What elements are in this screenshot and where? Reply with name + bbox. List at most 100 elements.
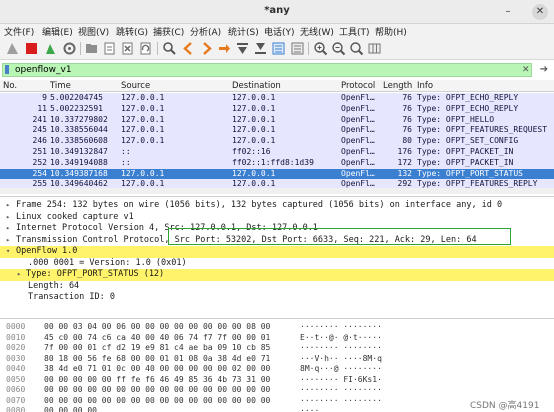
menu-capture[interactable]: 捕获(C): [153, 25, 184, 38]
menu-help[interactable]: 帮助(H): [375, 25, 407, 38]
column-header-protocol[interactable]: Protocol: [341, 81, 375, 91]
collapsed-arrow-icon[interactable]: ▸: [6, 223, 10, 235]
display-filter-input[interactable]: openflow_v1: [2, 63, 532, 77]
clear-filter-icon[interactable]: ✕: [522, 65, 530, 75]
menu-analyze[interactable]: 分析(A): [190, 25, 221, 38]
menu-bar: 文件(F) 编辑(E) 视图(V) 跳转(G) 捕获(C) 分析(A) 统计(S…: [0, 24, 554, 38]
detail-tree-item[interactable]: ▸ Frame 254: 132 bytes on wire (1056 bits…: [0, 200, 554, 212]
packet-time: 5.002232591: [50, 103, 103, 113]
hex-ascii: ········ ········: [300, 395, 382, 405]
restart-capture-icon[interactable]: [43, 41, 58, 56]
close-file-icon[interactable]: [120, 41, 135, 56]
hex-row[interactable]: 0010 45 c0 00 74 c6 ca 40 00 40 06 74 f7 …: [0, 333, 554, 344]
horizontal-scrollbar[interactable]: [0, 188, 554, 194]
packet-length: 176: [397, 147, 412, 156]
column-header-no[interactable]: No.: [3, 81, 17, 91]
expanded-arrow-icon[interactable]: ▾: [6, 246, 10, 258]
packet-info: Type: OFPT_PORT_STATUS: [417, 168, 523, 178]
hex-offset: 0060: [6, 385, 26, 394]
colorize-icon[interactable]: [290, 41, 305, 56]
stop-capture-icon[interactable]: [24, 41, 39, 56]
capture-options-icon[interactable]: [62, 41, 77, 56]
go-forward-icon[interactable]: [199, 41, 214, 56]
detail-tree-label: Transaction ID: 0: [28, 292, 115, 302]
hex-row[interactable]: 0050 00 00 00 00 00 ff fe f6 46 49 85 36 …: [0, 375, 554, 386]
hex-row[interactable]: 0030 80 18 00 56 fe 68 00 00 01 01 08 0a …: [0, 354, 554, 365]
packet-length: 80: [402, 136, 412, 146]
collapsed-arrow-icon[interactable]: ▸: [6, 200, 10, 212]
zoom-in-icon[interactable]: [313, 41, 328, 56]
column-header-info[interactable]: Info: [417, 81, 433, 91]
menu-tools[interactable]: 工具(T): [339, 25, 370, 38]
file-icon[interactable]: [102, 41, 117, 56]
hex-row[interactable]: 0020 7f 00 00 01 cf d2 19 e9 81 c4 ae ba …: [0, 343, 554, 354]
packet-row[interactable]: 252 10.349194088:: ff02::1:ffd8:1d39 OpenFl…: [0, 157, 554, 169]
detail-tree-item[interactable]: ▸ Type: OFPT_PORT_STATUS (12): [0, 269, 554, 281]
packet-row[interactable]: 9 5.002204745 127.0.0.1 127.0.0.1 OpenFl… 76 T…: [0, 93, 554, 104]
minimize-button[interactable]: –: [500, 4, 516, 20]
hex-row[interactable]: 0000 00 00 03 04 00 06 00 00 00 00 00 00 …: [0, 322, 554, 333]
packet-destination: 127.0.0.1: [232, 136, 276, 146]
column-header-destination[interactable]: Destination: [232, 81, 281, 91]
go-back-icon[interactable]: [181, 41, 196, 56]
packet-row[interactable]: 241 10.337279802 127.0.0.1 127.0.0.1 OpenFl……: [0, 114, 554, 126]
hex-row[interactable]: 0040 38 4d e0 71 01 0c 00 40 00 00 00 00 …: [0, 364, 554, 375]
column-header-time[interactable]: Time: [50, 81, 71, 91]
packet-row[interactable]: 11 5.002232591 127.0.0.1 127.0.0.1 OpenFl… 76…: [0, 103, 554, 115]
shark-fin-start-icon[interactable]: [5, 41, 20, 56]
detail-tree-item[interactable]: ▾ OpenFlow 1.0: [0, 246, 554, 258]
menu-wireless[interactable]: 无线(W): [300, 25, 334, 38]
normal-size-icon[interactable]: [349, 41, 364, 56]
menu-edit[interactable]: 编辑(E): [42, 25, 73, 38]
packet-row[interactable]: 254 10.349387168 127.0.0.1 127.0.0.1 OpenFl……: [0, 168, 554, 180]
first-packet-icon[interactable]: [235, 41, 250, 56]
detail-tree-item[interactable]: ▸ Linux cooked capture v1: [0, 212, 554, 224]
menu-telephony[interactable]: 电话(Y): [264, 25, 295, 38]
reload-icon[interactable]: [138, 41, 153, 56]
find-packet-icon[interactable]: [162, 41, 177, 56]
packet-info: Type: OFPT_HELLO: [417, 114, 495, 124]
title-bar: *any – ✕: [0, 0, 554, 24]
menu-file[interactable]: 文件(F): [4, 25, 34, 38]
packet-source: 127.0.0.1: [121, 93, 165, 102]
hex-row[interactable]: 0060 00 00 00 00 00 00 00 00 00 00 00 00 …: [0, 385, 554, 396]
packet-row[interactable]: 246 10.338560608 127.0.0.1 127.0.0.1 OpenFl……: [0, 136, 554, 147]
menu-statistics[interactable]: 统计(S): [228, 25, 259, 38]
packet-length: 76: [402, 103, 412, 113]
apply-filter-icon[interactable]: ➔: [538, 64, 550, 76]
detail-tree-item[interactable]: Transaction ID: 0: [0, 292, 554, 304]
open-file-icon[interactable]: [84, 41, 99, 56]
hex-bytes: 00 00 00 00: [44, 406, 97, 412]
collapsed-arrow-icon[interactable]: ▸: [6, 212, 10, 224]
column-header-source[interactable]: Source: [121, 81, 150, 91]
hex-offset: 0080: [6, 406, 26, 412]
hex-bytes: 7f 00 00 01 cf d2 19 e9 81 c4 ae ba 09 1…: [44, 343, 271, 352]
close-button[interactable]: ✕: [532, 4, 548, 20]
hex-ascii: ········ ········: [300, 343, 382, 352]
column-header-length[interactable]: Length: [383, 81, 412, 91]
menu-go[interactable]: 跳转(G): [116, 25, 148, 38]
resize-columns-icon[interactable]: [367, 41, 382, 56]
packet-info: Type: OFPT_PACKET_IN: [417, 147, 514, 156]
toolbar-separator: [308, 42, 309, 55]
packet-list: No. Time Source Destination Protocol Len…: [0, 80, 554, 188]
packet-info: Type: OFPT_FEATURES_REQUEST: [417, 125, 548, 135]
display-filter-bar: openflow_v1 ✕ ➔: [0, 61, 554, 79]
autoscroll-icon[interactable]: [271, 41, 286, 56]
collapsed-arrow-icon[interactable]: ▸: [6, 235, 10, 247]
detail-tree-item[interactable]: Length: 64: [0, 281, 554, 293]
packet-row[interactable]: 245 10.338556044 127.0.0.1 127.0.0.1 OpenFl……: [0, 125, 554, 137]
packet-length: 172: [397, 157, 412, 167]
menu-view[interactable]: 视图(V): [78, 25, 109, 38]
go-to-packet-icon[interactable]: [217, 41, 232, 56]
packet-source: ::: [121, 147, 131, 156]
last-packet-icon[interactable]: [253, 41, 268, 56]
collapsed-arrow-icon[interactable]: ▸: [17, 269, 21, 281]
packet-row[interactable]: 251 10.349132847:: ff02::16 OpenFl… 176 Type:…: [0, 147, 554, 158]
zoom-out-icon[interactable]: [331, 41, 346, 56]
packet-row[interactable]: 255 10.349640462 127.0.0.1 127.0.0.1 OpenFl……: [0, 179, 554, 188]
detail-tree-label: Length: 64: [28, 280, 80, 291]
bookmark-icon[interactable]: [5, 65, 9, 74]
detail-tree-item[interactable]: .000 0001 = Version: 1.0 (0x01): [0, 258, 554, 270]
hex-bytes: 38 4d e0 71 01 0c 00 40 00 00 00 00 00 0…: [44, 364, 271, 373]
